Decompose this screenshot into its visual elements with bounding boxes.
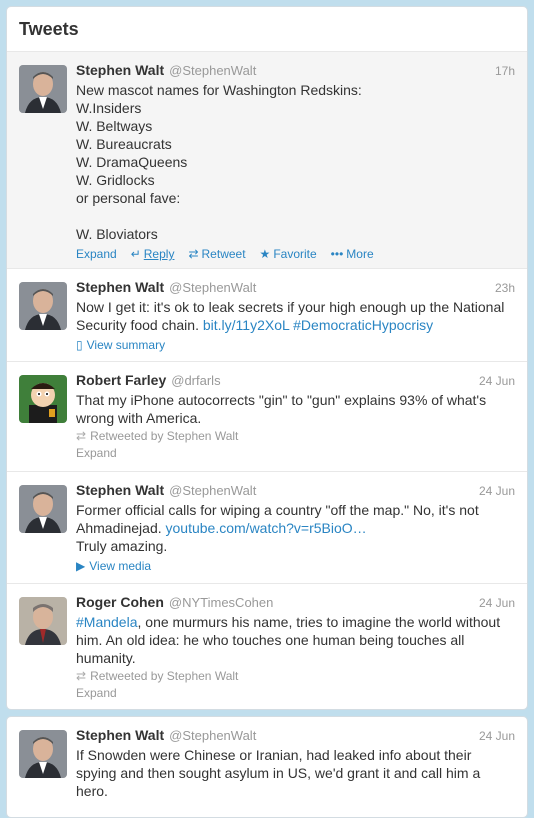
avatar[interactable]	[19, 65, 67, 113]
tweet-text-body: , one murmurs his name, tries to imagine…	[76, 614, 501, 666]
favorite-button[interactable]: ★ Favorite	[260, 247, 317, 261]
reply-button[interactable]: ↵ Reply	[131, 247, 175, 261]
tweet-time[interactable]: 23h	[495, 281, 515, 295]
tweet-content: Stephen Walt @StephenWalt 24 Jun Former …	[76, 482, 515, 573]
favorite-label: Favorite	[273, 247, 317, 261]
avatar[interactable]	[19, 375, 67, 423]
retweet-label: Retweet	[201, 247, 246, 261]
reply-label: Reply	[143, 247, 175, 261]
tweet-text-body: Now I get it: it's ok to leak secrets if…	[76, 299, 505, 333]
tweet-text: #Mandela, one murmurs his name, tries to…	[76, 613, 515, 667]
tweet-item[interactable]: Roger Cohen @NYTimesCohen 24 Jun #Mandel…	[7, 584, 527, 706]
tweet-fullname[interactable]: Stephen Walt	[76, 279, 164, 295]
tweet-text: Now I get it: it's ok to leak secrets if…	[76, 298, 515, 334]
document-icon: ▯	[76, 338, 83, 352]
retweet-icon: ⇄	[76, 669, 87, 683]
expand-link[interactable]: Expand	[76, 686, 515, 700]
retweeted-by-label: Retweeted by Stephen Walt	[90, 429, 239, 443]
tweet-fullname[interactable]: Stephen Walt	[76, 727, 164, 743]
hashtag-link[interactable]: #DemocraticHypocrisy	[293, 317, 433, 333]
tweet-actions: Expand ↵ Reply ⇄ Retweet ★ Favorite ••• More	[76, 247, 515, 261]
tweet-url-link[interactable]: youtube.com/watch?v=r5BioO…	[166, 520, 367, 536]
tweet-content: Roger Cohen @NYTimesCohen 24 Jun #Mandel…	[76, 594, 515, 700]
tweet-text: Former official calls for wiping a count…	[76, 501, 515, 555]
tweet-fullname[interactable]: Stephen Walt	[76, 482, 164, 498]
view-media-label: View media	[89, 559, 152, 573]
tweet-text-tail: Truly amazing.	[76, 538, 168, 554]
tweet-username[interactable]: @NYTimesCohen	[169, 595, 273, 610]
tweet-content: Stephen Walt @StephenWalt 24 Jun If Snow…	[76, 727, 515, 800]
star-icon: ★	[259, 247, 271, 261]
view-media-link[interactable]: ▶ View media	[76, 559, 515, 573]
retweeted-by[interactable]: ⇄ Retweeted by Stephen Walt	[76, 669, 515, 683]
tweet-content: Stephen Walt @StephenWalt 17h New mascot…	[76, 62, 515, 261]
tweet-text: New mascot names for Washington Redskins…	[76, 82, 362, 242]
tweet-username[interactable]: @StephenWalt	[169, 280, 256, 295]
tweet-username[interactable]: @StephenWalt	[169, 728, 256, 743]
tweet-fullname[interactable]: Roger Cohen	[76, 594, 164, 610]
play-icon: ▶	[76, 559, 86, 573]
tweet-item[interactable]: Stephen Walt @StephenWalt 17h New mascot…	[7, 52, 527, 269]
retweet-icon: ⇄	[188, 247, 199, 261]
view-summary-label: View summary	[86, 338, 166, 352]
avatar[interactable]	[19, 597, 67, 645]
view-summary-link[interactable]: ▯ View summary	[76, 338, 515, 352]
expand-link[interactable]: Expand	[76, 247, 117, 261]
retweeted-by[interactable]: ⇄ Retweeted by Stephen Walt	[76, 429, 515, 443]
stream-title: Tweets	[19, 18, 79, 39]
tweet-content: Robert Farley @drfarls 24 Jun That my iP…	[76, 372, 515, 460]
tweet-time[interactable]: 24 Jun	[479, 374, 515, 388]
tweet-stream-card-continued: Stephen Walt @StephenWalt 24 Jun If Snow…	[6, 716, 528, 818]
tweet-username[interactable]: @StephenWalt	[169, 483, 256, 498]
tweet-fullname[interactable]: Stephen Walt	[76, 62, 164, 78]
more-dots-icon: •••	[330, 247, 344, 261]
tweet-text: That my iPhone autocorrects "gin" to "gu…	[76, 392, 487, 426]
retweet-icon: ⇄	[76, 429, 87, 443]
more-button[interactable]: ••• More	[331, 247, 374, 261]
stream-header: Tweets	[7, 7, 527, 52]
retweeted-by-label: Retweeted by Stephen Walt	[90, 669, 239, 683]
tweet-time[interactable]: 17h	[495, 64, 515, 78]
tweet-time[interactable]: 24 Jun	[479, 596, 515, 610]
tweet-stream-card: Tweets Stephen Walt @StephenWalt 17h New…	[6, 6, 528, 710]
expand-link[interactable]: Expand	[76, 446, 515, 460]
tweet-item[interactable]: Robert Farley @drfarls 24 Jun That my iP…	[7, 362, 527, 472]
tweet-text: If Snowden were Chinese or Iranian, had …	[76, 747, 481, 799]
tweet-item[interactable]: Stephen Walt @StephenWalt 24 Jun If Snow…	[7, 717, 527, 817]
tweet-fullname[interactable]: Robert Farley	[76, 372, 166, 388]
tweet-time[interactable]: 24 Jun	[479, 729, 515, 743]
avatar[interactable]	[19, 730, 67, 778]
tweet-username[interactable]: @drfarls	[171, 373, 220, 388]
tweet-time[interactable]: 24 Jun	[479, 484, 515, 498]
tweet-username[interactable]: @StephenWalt	[169, 63, 256, 78]
tweet-item[interactable]: Stephen Walt @StephenWalt 24 Jun Former …	[7, 472, 527, 584]
avatar[interactable]	[19, 282, 67, 330]
tweet-content: Stephen Walt @StephenWalt 23h Now I get …	[76, 279, 515, 352]
tweet-item[interactable]: Stephen Walt @StephenWalt 23h Now I get …	[7, 269, 527, 362]
retweet-button[interactable]: ⇄ Retweet	[188, 247, 245, 261]
more-label: More	[346, 247, 374, 261]
tweet-url-link[interactable]: bit.ly/11y2XoL	[203, 317, 289, 333]
reply-arrow-icon: ↵	[130, 247, 141, 261]
hashtag-link[interactable]: #Mandela	[76, 614, 138, 630]
avatar[interactable]	[19, 485, 67, 533]
